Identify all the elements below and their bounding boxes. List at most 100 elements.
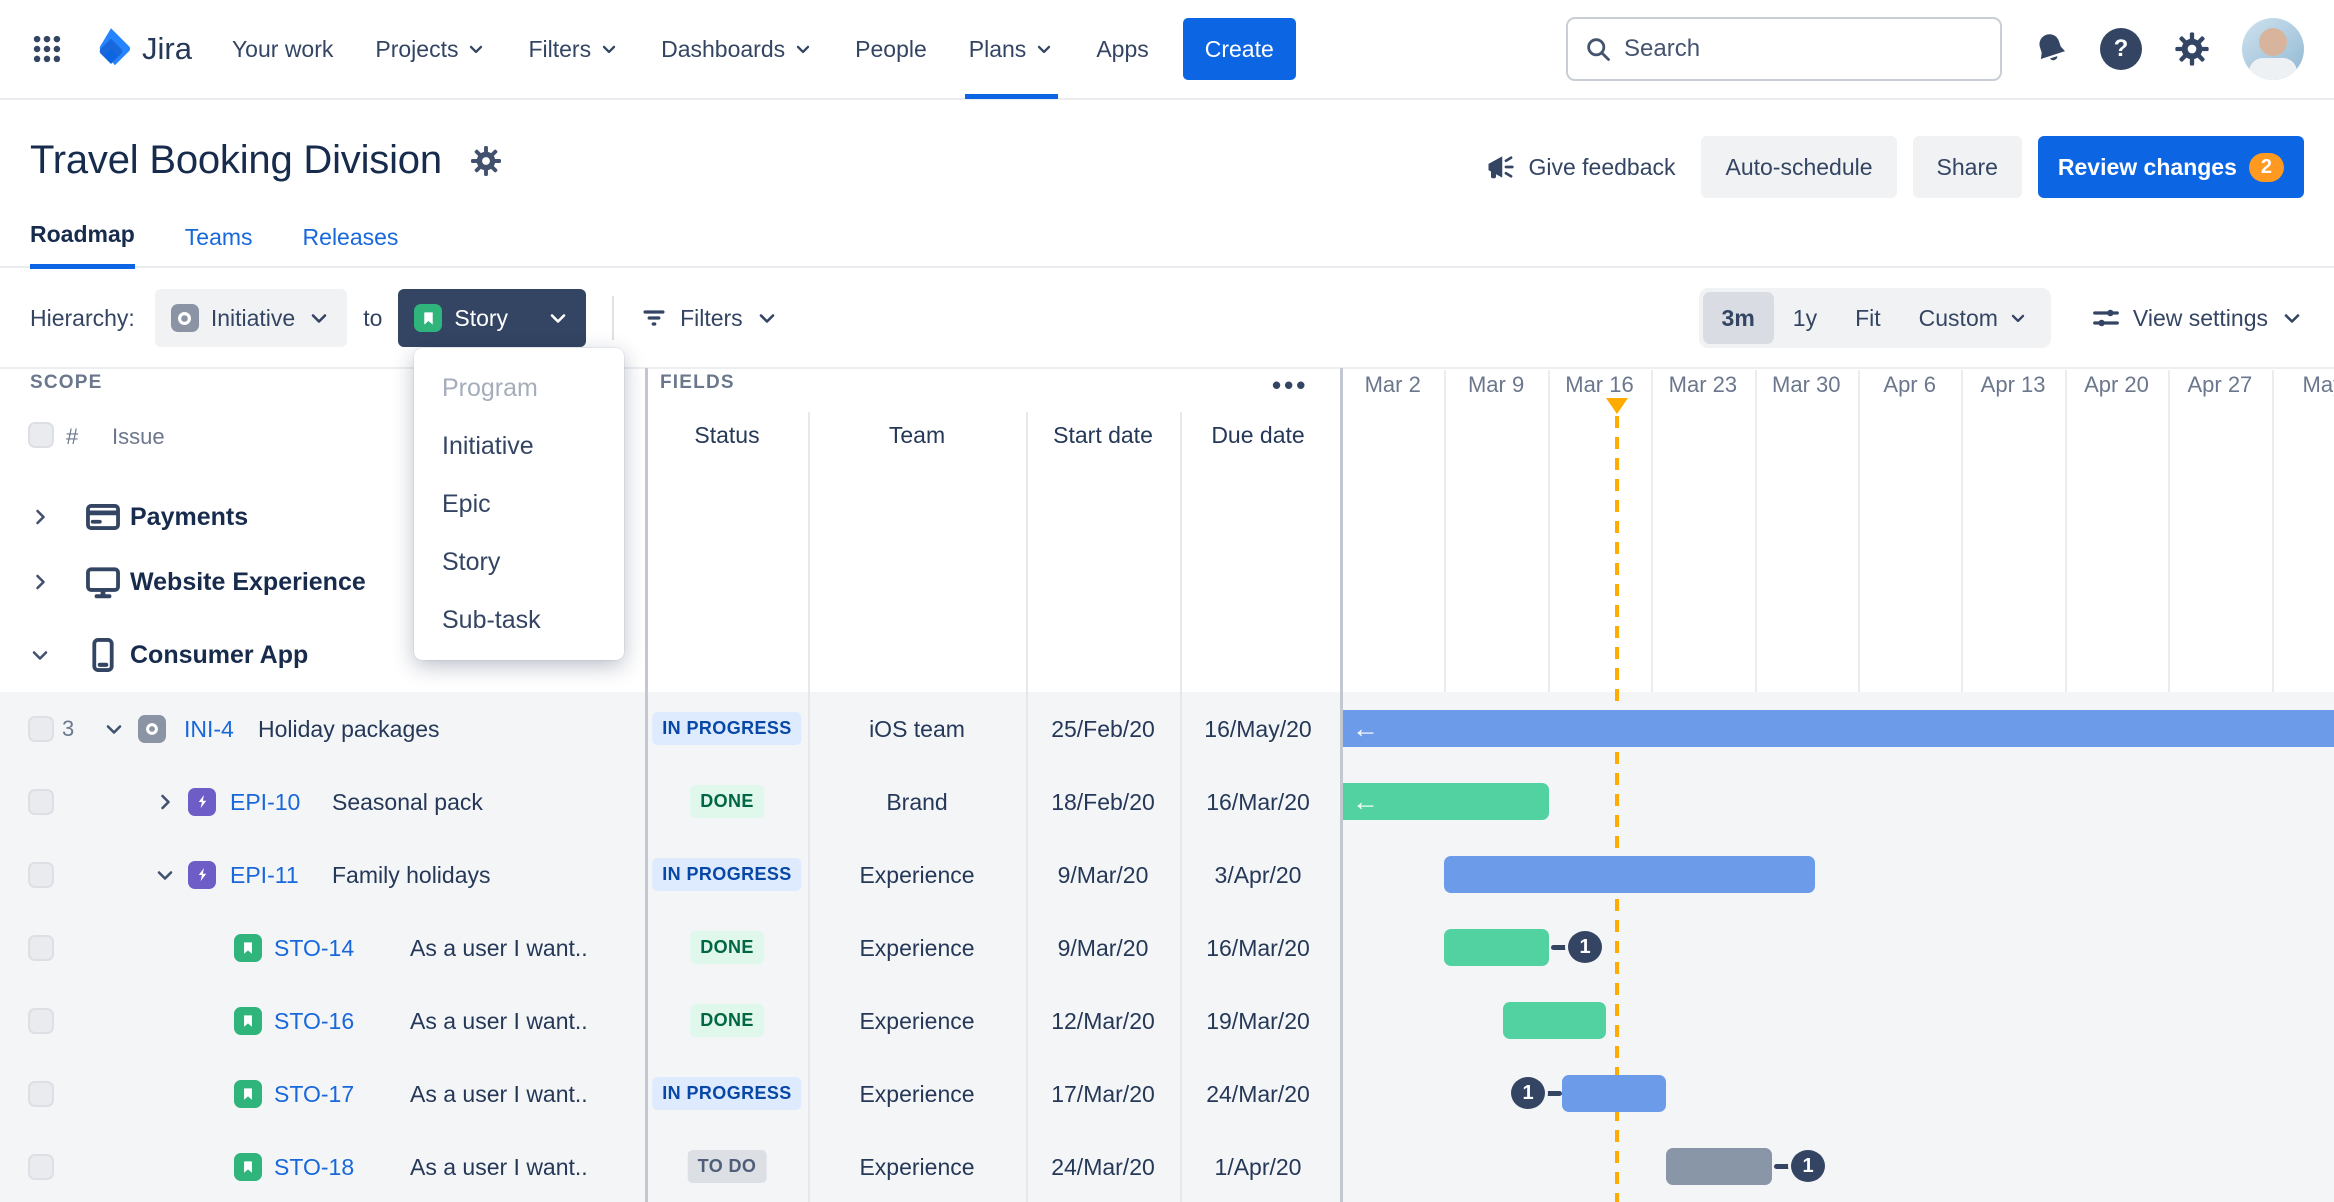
chevron-right-icon[interactable] xyxy=(153,790,177,814)
row-checkbox[interactable] xyxy=(28,861,54,888)
team-cell[interactable]: iOS team xyxy=(869,716,965,743)
gantt-bar-sto-16[interactable] xyxy=(1503,1002,1606,1039)
team-cell[interactable]: Experience xyxy=(859,935,974,962)
due-date-cell[interactable]: 24/Mar/20 xyxy=(1206,1081,1310,1108)
issue-key-link[interactable]: INI-4 xyxy=(184,716,234,743)
start-date-cell[interactable]: 9/Mar/20 xyxy=(1058,935,1149,962)
nav-item-dashboards[interactable]: Dashboards xyxy=(661,0,813,99)
dropdown-item-story[interactable]: Story xyxy=(414,533,624,591)
start-date-cell[interactable]: 9/Mar/20 xyxy=(1058,862,1149,889)
fields-timeline-divider[interactable] xyxy=(1340,368,1343,1202)
due-date-cell[interactable]: 19/Mar/20 xyxy=(1206,1008,1310,1035)
search-input[interactable]: Search xyxy=(1566,17,2002,81)
dropdown-item-epic[interactable]: Epic xyxy=(414,475,624,533)
start-date-cell[interactable]: 18/Feb/20 xyxy=(1051,789,1155,816)
status-badge[interactable]: IN PROGRESS xyxy=(652,711,802,745)
auto-schedule-button[interactable]: Auto-schedule xyxy=(1701,136,1897,198)
nav-item-people[interactable]: People xyxy=(855,0,927,99)
row-checkbox[interactable] xyxy=(28,1007,54,1034)
issue-key-link[interactable]: STO-14 xyxy=(274,935,354,962)
status-badge[interactable]: DONE xyxy=(690,784,764,818)
team-cell[interactable]: Experience xyxy=(859,1154,974,1181)
start-date-cell[interactable]: 24/Mar/20 xyxy=(1051,1154,1155,1181)
user-avatar[interactable] xyxy=(2242,18,2304,80)
zoom-option-1y[interactable]: 1y xyxy=(1774,292,1836,344)
dropdown-item-sub-task[interactable]: Sub-task xyxy=(414,591,624,649)
filters-button[interactable]: Filters xyxy=(640,304,779,332)
due-date-cell[interactable]: 3/Apr/20 xyxy=(1215,862,1302,889)
nav-item-apps[interactable]: Apps xyxy=(1096,0,1148,99)
due-date-cell[interactable]: 16/Mar/20 xyxy=(1206,935,1310,962)
jira-logo[interactable]: Jira xyxy=(90,27,192,71)
zoom-option-label: Custom xyxy=(1918,304,1998,331)
team-cell[interactable]: Experience xyxy=(859,862,974,889)
gantt-bar-sto-14[interactable] xyxy=(1444,929,1549,966)
app-switcher-icon[interactable] xyxy=(30,32,64,66)
zoom-option-fit[interactable]: Fit xyxy=(1836,292,1900,344)
tab-teams[interactable]: Teams xyxy=(185,224,253,267)
dependency-count-badge[interactable]: 1 xyxy=(1788,1147,1828,1185)
chevron-down-icon[interactable] xyxy=(28,643,52,667)
status-badge[interactable]: DONE xyxy=(690,930,764,964)
row-checkbox[interactable] xyxy=(28,715,54,742)
help-icon[interactable]: ? xyxy=(2100,28,2142,70)
issue-key-link[interactable]: STO-16 xyxy=(274,1008,354,1035)
gantt-bar-epi-10[interactable]: ← xyxy=(1343,783,1549,820)
status-badge[interactable]: DONE xyxy=(690,1003,764,1037)
column-header-team: Team xyxy=(888,422,946,448)
select-all-checkbox[interactable] xyxy=(28,422,54,448)
zoom-option-custom[interactable]: Custom xyxy=(1900,292,2047,344)
plan-settings-gear-icon[interactable] xyxy=(468,143,504,179)
start-date-cell[interactable]: 25/Feb/20 xyxy=(1051,716,1155,743)
gantt-bar-ini-4[interactable]: ← xyxy=(1343,710,2334,747)
nav-item-plans[interactable]: Plans xyxy=(964,0,1058,99)
issue-key-link[interactable]: EPI-11 xyxy=(230,862,299,889)
status-badge[interactable]: IN PROGRESS xyxy=(652,857,802,891)
notifications-bell-icon[interactable] xyxy=(2027,25,2075,73)
nav-item-projects[interactable]: Projects xyxy=(375,0,486,99)
review-changes-button[interactable]: Review changes 2 xyxy=(2037,136,2304,198)
tab-releases[interactable]: Releases xyxy=(303,224,399,267)
due-date-cell[interactable]: 16/Mar/20 xyxy=(1206,789,1310,816)
give-feedback-button[interactable]: Give feedback xyxy=(1486,152,1675,182)
settings-gear-icon[interactable] xyxy=(2172,29,2212,69)
timeline-month-label: Apr 13 xyxy=(1980,372,2046,397)
start-date-cell[interactable]: 17/Mar/20 xyxy=(1051,1081,1155,1108)
share-button[interactable]: Share xyxy=(1912,136,2022,198)
dependency-count-badge[interactable]: 1 xyxy=(1508,1074,1548,1112)
team-cell[interactable]: Brand xyxy=(886,789,947,816)
hierarchy-to-dropdown[interactable]: Story xyxy=(398,289,587,347)
due-date-cell[interactable]: 1/Apr/20 xyxy=(1215,1154,1302,1181)
chevron-down-icon[interactable] xyxy=(102,717,126,741)
chevron-right-icon[interactable] xyxy=(28,505,52,529)
view-settings-button[interactable]: View settings xyxy=(2091,303,2304,333)
team-cell[interactable]: Experience xyxy=(859,1008,974,1035)
chevron-right-icon[interactable] xyxy=(28,570,52,594)
tab-roadmap[interactable]: Roadmap xyxy=(30,221,135,269)
create-button[interactable]: Create xyxy=(1182,18,1296,80)
dropdown-item-initiative[interactable]: Initiative xyxy=(414,417,624,475)
dependency-count-badge[interactable]: 1 xyxy=(1565,928,1605,966)
nav-item-your-work[interactable]: Your work xyxy=(232,0,333,99)
hierarchy-from-dropdown[interactable]: Initiative xyxy=(154,289,348,347)
gantt-bar-epi-11[interactable] xyxy=(1444,856,1815,893)
scope-fields-divider[interactable] xyxy=(645,368,648,1202)
status-badge[interactable]: IN PROGRESS xyxy=(652,1076,802,1110)
issue-key-link[interactable]: STO-18 xyxy=(274,1154,354,1181)
row-checkbox[interactable] xyxy=(28,1153,54,1180)
issue-key-link[interactable]: EPI-10 xyxy=(230,789,300,816)
start-date-cell[interactable]: 12/Mar/20 xyxy=(1051,1008,1155,1035)
row-checkbox[interactable] xyxy=(28,1080,54,1107)
nav-item-filters[interactable]: Filters xyxy=(528,0,619,99)
due-date-cell[interactable]: 16/May/20 xyxy=(1204,716,1311,743)
gantt-bar-sto-17[interactable] xyxy=(1562,1075,1666,1112)
zoom-option-3m[interactable]: 3m xyxy=(1702,292,1774,344)
fields-more-icon[interactable]: ••• xyxy=(1272,370,1308,401)
gantt-bar-sto-18[interactable] xyxy=(1666,1148,1772,1185)
team-cell[interactable]: Experience xyxy=(859,1081,974,1108)
row-checkbox[interactable] xyxy=(28,788,54,815)
chevron-down-icon[interactable] xyxy=(153,863,177,887)
status-badge[interactable]: TO DO xyxy=(687,1149,767,1183)
row-checkbox[interactable] xyxy=(28,934,54,961)
issue-key-link[interactable]: STO-17 xyxy=(274,1081,354,1108)
